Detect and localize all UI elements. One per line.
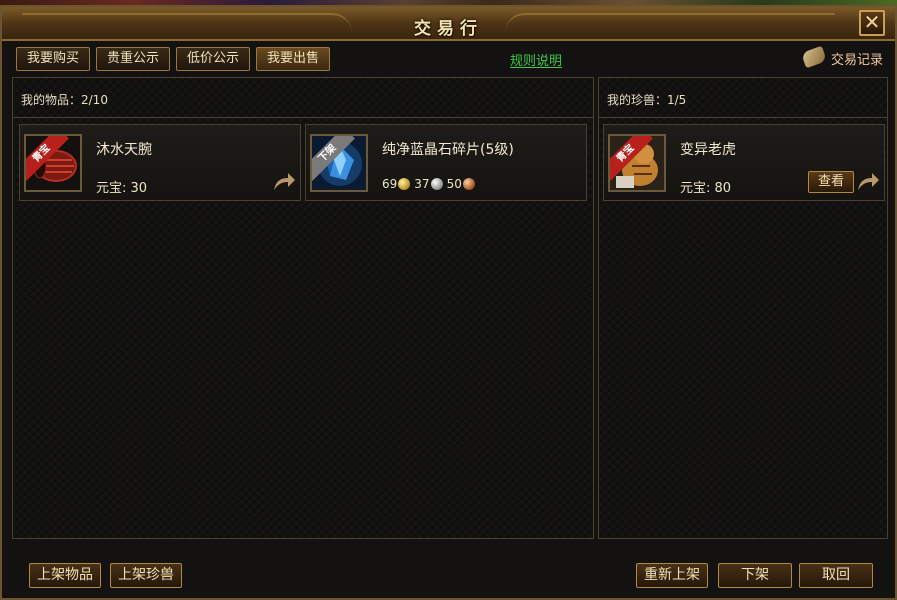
trading-house-window: 交易行 ✕ 我要购买 贵重公示 低价公示 我要出售 规则说明 交易记录 我的物品… [0,5,897,600]
withdraw-button[interactable]: 取回 [799,563,873,588]
my-pets-header: 我的珍兽：1/5 [599,78,887,118]
sapphire-shard-item-icon[interactable]: 下架 [310,134,368,192]
trade-record-label: 交易记录 [830,52,883,68]
item-name: 纯净蓝晶石碎片(5级) [382,142,514,158]
my-pets-panel: 我的珍兽：1/5 青宝 变异老虎 元宝: 80 查看 [598,77,888,539]
window-title: 交易行 [414,19,483,39]
copper-coin-icon [462,178,475,190]
tab-buy[interactable]: 我要购买 [16,47,91,71]
item-card[interactable]: 青宝 沐水天腕 元宝: 30 [19,124,301,201]
share-arrow-icon[interactable] [272,172,296,192]
close-button[interactable]: ✕ [859,10,885,36]
trade-record-button[interactable]: 交易记录 [801,47,883,69]
tab-lowprice-notice[interactable]: 低价公示 [176,47,251,71]
copper-amount: 50 [446,177,462,191]
silver-coin-icon [430,178,443,190]
list-pet-button[interactable]: 上架珍兽 [110,563,182,588]
pet-price: 元宝: 80 [680,177,731,196]
list-item-button[interactable]: 上架物品 [29,563,101,588]
scroll-icon [801,47,827,69]
price-label: 元宝: [96,181,127,196]
relist-button[interactable]: 重新上架 [636,563,708,588]
view-pet-button[interactable]: 查看 [808,171,854,193]
tiger-pet-icon[interactable]: 青宝 [608,134,666,192]
my-items-panel: 我的物品：2/10 青宝 沐水天腕 元宝: 30 下架 纯净蓝晶石碎片(5级) … [12,77,594,539]
pet-card[interactable]: 青宝 变异老虎 元宝: 80 查看 [603,124,885,201]
price-value: 30 [130,181,148,196]
silver-amount: 37 [414,177,430,191]
price-label: 元宝: [680,181,711,196]
item-price-coins: 69 37 50 [382,177,478,191]
tab-sell[interactable]: 我要出售 [256,47,331,71]
bracer-item-icon[interactable]: 青宝 [24,134,82,192]
gold-amount: 69 [382,177,398,191]
tab-valuable-notice[interactable]: 贵重公示 [96,47,171,71]
title-bar[interactable]: 交易行 ✕ [2,7,895,41]
rules-link[interactable]: 规则说明 [510,50,562,69]
item-price: 元宝: 30 [96,177,147,196]
share-arrow-icon[interactable] [856,172,880,192]
item-name: 沐水天腕 [96,142,152,158]
tab-bar: 我要购买 贵重公示 低价公示 我要出售 [16,47,331,71]
pet-name: 变异老虎 [680,142,736,158]
price-value: 80 [714,181,732,196]
delist-button[interactable]: 下架 [718,563,792,588]
item-card[interactable]: 下架 纯净蓝晶石碎片(5级) 69 37 50 [305,124,587,201]
my-items-header: 我的物品：2/10 [13,78,593,118]
gold-coin-icon [398,178,411,190]
